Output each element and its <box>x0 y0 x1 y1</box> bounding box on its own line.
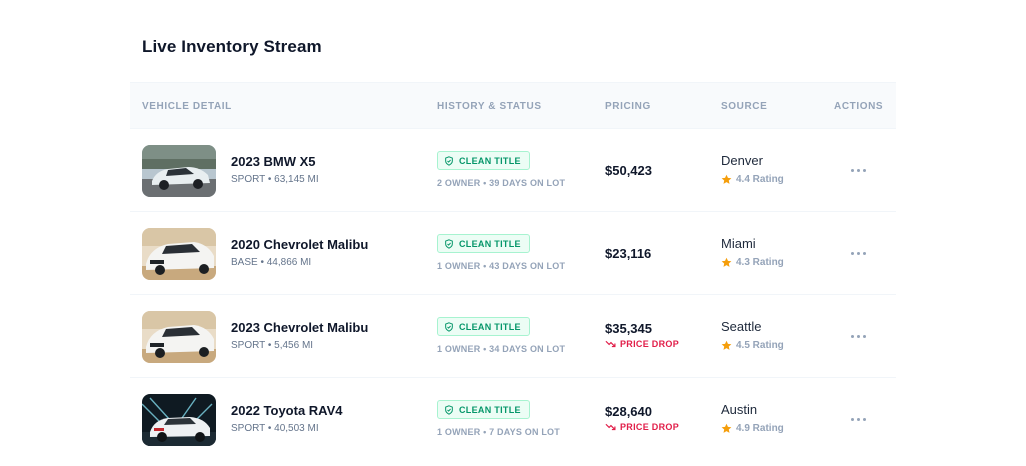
status-badge-label: CLEAN TITLE <box>459 321 521 332</box>
shield-check-icon <box>445 155 453 166</box>
dot-icon <box>850 417 854 421</box>
vehicle-trim-mileage: SPORT • 40,503 MI <box>231 423 319 434</box>
dot-icon <box>856 334 860 338</box>
column-header-pricing: PRICING <box>605 101 651 112</box>
price-value: $50,423 <box>605 163 652 178</box>
source-rating: 4.4 Rating <box>721 174 784 185</box>
column-header-vehicle: VEHICLE DETAIL <box>142 101 232 112</box>
vehicle-name[interactable]: 2022 Toyota RAV4 <box>231 403 343 418</box>
dot-icon <box>856 417 860 421</box>
history-detail: 1 OWNER • 7 DAYS ON LOT <box>437 427 560 437</box>
status-badge-label: CLEAN TITLE <box>459 155 521 166</box>
table-header: VEHICLE DETAIL HISTORY & STATUS PRICING … <box>130 82 896 129</box>
car-photo-icon <box>142 228 216 280</box>
dot-icon <box>856 251 860 255</box>
vehicle-name[interactable]: 2023 Chevrolet Malibu <box>231 320 368 335</box>
column-header-history: HISTORY & STATUS <box>437 101 542 112</box>
vehicle-trim-mileage: BASE • 44,866 MI <box>231 257 312 268</box>
status-badge: CLEAN TITLE <box>437 400 530 419</box>
status-badge: CLEAN TITLE <box>437 317 530 336</box>
star-icon <box>721 340 732 350</box>
inventory-panel: Live Inventory Stream VEHICLE DETAIL HIS… <box>130 0 896 466</box>
price-value: $28,640 <box>605 404 652 419</box>
trending-down-icon <box>605 423 616 431</box>
dot-icon <box>862 334 866 338</box>
star-icon <box>721 257 732 267</box>
rating-label: 4.3 Rating <box>736 257 784 268</box>
dot-icon <box>862 251 866 255</box>
shield-check-icon <box>445 238 453 249</box>
dot-icon <box>850 334 854 338</box>
dot-icon <box>862 417 866 421</box>
dot-icon <box>850 251 854 255</box>
shield-check-icon <box>445 404 453 415</box>
source-city: Denver <box>721 153 763 168</box>
star-icon <box>721 423 732 433</box>
rating-label: 4.5 Rating <box>736 340 784 351</box>
vehicle-thumbnail[interactable] <box>142 228 216 280</box>
vehicle-thumbnail[interactable] <box>142 145 216 197</box>
car-photo-icon <box>142 145 216 197</box>
more-actions-button[interactable] <box>848 412 868 426</box>
history-detail: 2 OWNER • 39 DAYS ON LOT <box>437 178 566 188</box>
price-value: $35,345 <box>605 321 652 336</box>
page-title: Live Inventory Stream <box>142 37 322 56</box>
star-icon <box>721 174 732 184</box>
source-city: Austin <box>721 402 758 417</box>
vehicle-name[interactable]: 2020 Chevrolet Malibu <box>231 237 368 252</box>
status-badge-label: CLEAN TITLE <box>459 238 521 249</box>
history-detail: 1 OWNER • 43 DAYS ON LOT <box>437 261 566 271</box>
price-drop-indicator: PRICE DROP <box>605 422 679 432</box>
table-row[interactable]: 2023 BMW X5 SPORT • 63,145 MI CLEAN TITL… <box>130 129 896 212</box>
status-badge-label: CLEAN TITLE <box>459 404 521 415</box>
dot-icon <box>856 168 860 172</box>
vehicle-thumbnail[interactable] <box>142 394 216 446</box>
price-value: $23,116 <box>605 246 652 261</box>
price-drop-indicator: PRICE DROP <box>605 339 679 349</box>
table-row[interactable]: 2022 Toyota RAV4 SPORT • 40,503 MI CLEAN… <box>130 378 896 461</box>
dot-icon <box>862 168 866 172</box>
table-row[interactable]: 2023 Chevrolet Malibu SPORT • 5,456 MI C… <box>130 295 896 378</box>
trending-down-icon <box>605 340 616 348</box>
price-drop-label: PRICE DROP <box>620 422 680 432</box>
column-header-actions: ACTIONS <box>834 101 884 112</box>
vehicle-thumbnail[interactable] <box>142 311 216 363</box>
vehicle-trim-mileage: SPORT • 5,456 MI <box>231 340 314 351</box>
car-photo-icon <box>142 394 216 446</box>
dot-icon <box>850 168 854 172</box>
column-header-source: SOURCE <box>721 101 768 112</box>
vehicle-name[interactable]: 2023 BMW X5 <box>231 154 316 169</box>
rating-label: 4.9 Rating <box>736 423 784 434</box>
price-drop-label: PRICE DROP <box>620 339 680 349</box>
more-actions-button[interactable] <box>848 329 868 343</box>
source-city: Seattle <box>721 319 762 334</box>
car-photo-icon <box>142 311 216 363</box>
shield-check-icon <box>445 321 453 332</box>
vehicle-trim-mileage: SPORT • 63,145 MI <box>231 174 319 185</box>
status-badge: CLEAN TITLE <box>437 234 530 253</box>
status-badge: CLEAN TITLE <box>437 151 530 170</box>
source-city: Miami <box>721 236 756 251</box>
history-detail: 1 OWNER • 34 DAYS ON LOT <box>437 344 566 354</box>
more-actions-button[interactable] <box>848 246 868 260</box>
rating-label: 4.4 Rating <box>736 174 784 185</box>
more-actions-button[interactable] <box>848 163 868 177</box>
source-rating: 4.5 Rating <box>721 340 784 351</box>
table-row[interactable]: 2020 Chevrolet Malibu BASE • 44,866 MI C… <box>130 212 896 295</box>
source-rating: 4.9 Rating <box>721 423 784 434</box>
source-rating: 4.3 Rating <box>721 257 784 268</box>
